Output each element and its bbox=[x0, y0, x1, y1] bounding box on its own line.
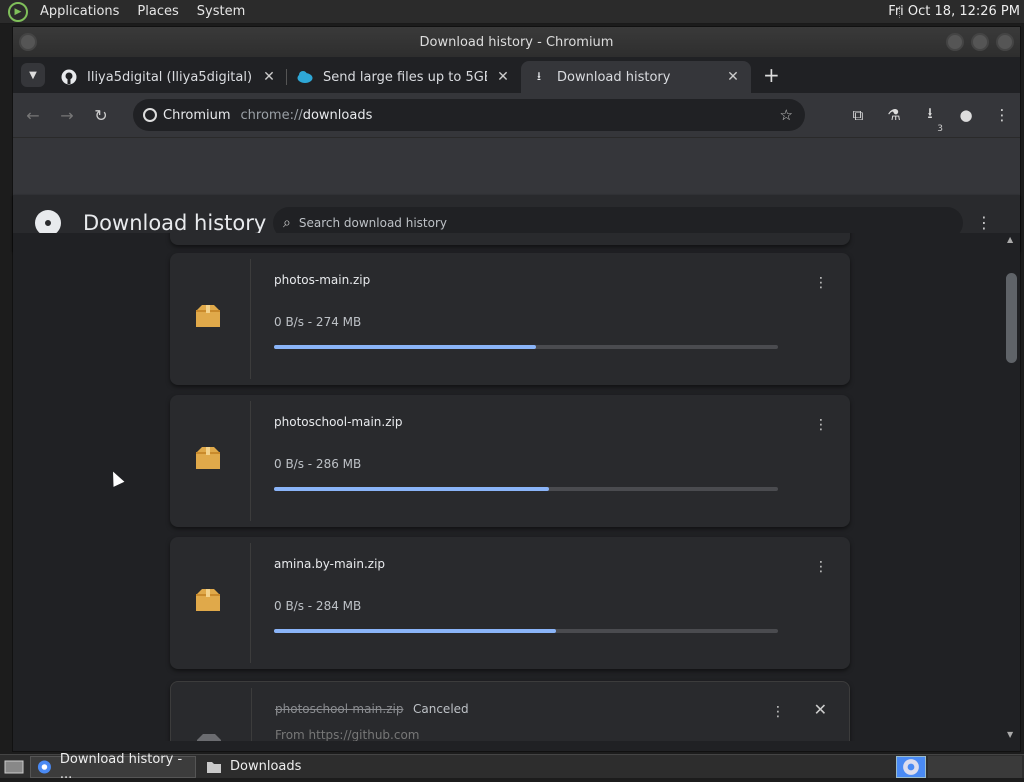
maximize-button[interactable] bbox=[971, 33, 989, 51]
chromium-icon bbox=[37, 759, 51, 774]
zip-folder-icon bbox=[196, 589, 220, 611]
file-status: 0 B/s - 286 MB bbox=[274, 457, 362, 471]
browser-toolbar: ← → ↻ Chromium chrome://downloads ☆ ⧉ ⚗ … bbox=[13, 93, 1020, 137]
file-name[interactable]: photoschool-main.zip bbox=[274, 415, 402, 429]
download-card: photoschool-main.zip 0 B/s - 286 MB ⋮ bbox=[170, 395, 850, 527]
desktop-top-panel: ▶ Applications Places System Fri Oct 18,… bbox=[0, 0, 1024, 24]
task-label: Download history - ... bbox=[59, 751, 183, 782]
profile-avatar-icon[interactable]: ● bbox=[948, 106, 984, 124]
tab-search-chevron-icon[interactable]: ▼ bbox=[21, 63, 45, 87]
file-status: 0 B/s - 274 MB bbox=[274, 315, 362, 329]
labs-flask-icon[interactable]: ⚗ bbox=[876, 106, 912, 124]
chromium-icon bbox=[903, 759, 919, 775]
close-tab-icon[interactable]: ✕ bbox=[495, 69, 511, 85]
progress-fill bbox=[274, 487, 549, 491]
search-icon: ⌕ bbox=[283, 215, 291, 231]
zip-folder-icon bbox=[196, 305, 220, 327]
tab-github[interactable]: Iliya5digital (Iliya5digital) / Re ✕ bbox=[51, 61, 287, 93]
page-title: Download history bbox=[83, 211, 267, 235]
clock[interactable]: Fri Oct 18, 12:26 PM bbox=[888, 4, 1020, 19]
download-card: photos-main.zip 0 B/s - 274 MB ⋮ bbox=[170, 253, 850, 385]
close-tab-icon[interactable]: ✕ bbox=[261, 69, 277, 85]
tab-label: Download history bbox=[557, 69, 671, 85]
canceled-status: Canceled bbox=[413, 702, 469, 716]
scrollbar[interactable]: ▲ ▼ bbox=[1003, 233, 1020, 741]
scroll-down-arrow-icon[interactable]: ▼ bbox=[1007, 730, 1013, 739]
file-name[interactable]: amina.by-main.zip bbox=[274, 557, 385, 571]
places-menu[interactable]: Places bbox=[131, 4, 184, 19]
new-tab-plus-icon[interactable]: + bbox=[763, 63, 780, 87]
tab-label: Send large files up to 5GB fo bbox=[323, 69, 487, 85]
file-name[interactable]: photos-main.zip bbox=[274, 273, 370, 287]
address-bar[interactable]: Chromium chrome://downloads ☆ bbox=[133, 99, 805, 131]
workspace-switcher-empty[interactable] bbox=[928, 756, 1022, 778]
extensions-puzzle-icon[interactable]: ⧉ bbox=[840, 106, 876, 124]
forward-arrow-icon[interactable]: → bbox=[53, 101, 81, 129]
distro-logo-icon[interactable]: ▶ bbox=[8, 1, 28, 22]
chip-label: Chromium bbox=[163, 107, 231, 123]
downloads-list[interactable]: photos-main.zip 0 B/s - 274 MB ⋮ photosc… bbox=[13, 233, 1003, 741]
taskbar-item-downloads[interactable]: Downloads bbox=[200, 756, 360, 778]
item-more-icon[interactable]: ⋮ bbox=[814, 275, 828, 291]
folder-icon bbox=[207, 761, 221, 773]
bookmark-star-icon[interactable]: ☆ bbox=[780, 106, 793, 124]
bottom-taskbar: Download history - ... Downloads bbox=[0, 752, 1024, 782]
tab-strip: ▼ Iliya5digital (Iliya5digital) / Re ✕ S… bbox=[13, 57, 1020, 93]
chromium-icon bbox=[143, 108, 157, 122]
back-arrow-icon[interactable]: ← bbox=[19, 101, 47, 129]
tab-send-files[interactable]: Send large files up to 5GB fo ✕ bbox=[287, 61, 521, 93]
workspace-switcher[interactable] bbox=[896, 756, 926, 778]
page-menu-icon[interactable]: ⋮ bbox=[976, 213, 992, 232]
remove-item-close-icon[interactable]: ✕ bbox=[814, 700, 827, 719]
url-text[interactable]: chrome://downloads bbox=[241, 108, 373, 123]
toolbar-spacer bbox=[13, 137, 1020, 195]
window-title: Download history - Chromium bbox=[419, 34, 614, 50]
site-info-chip[interactable]: Chromium bbox=[143, 108, 241, 123]
search-placeholder: Search download history bbox=[298, 216, 447, 230]
tab-label: Iliya5digital (Iliya5digital) / Re bbox=[87, 69, 253, 85]
downloads-toolbar-icon[interactable]: ⭳ 3 bbox=[912, 103, 948, 134]
download-card-partial bbox=[170, 233, 850, 245]
cloud-icon bbox=[297, 69, 313, 85]
progress-bar bbox=[274, 487, 778, 491]
item-more-icon[interactable]: ⋮ bbox=[771, 704, 785, 720]
taskbar-item-chromium[interactable]: Download history - ... bbox=[30, 752, 196, 782]
progress-bar bbox=[274, 345, 778, 349]
window-titlebar[interactable]: Download history - Chromium bbox=[13, 27, 1020, 57]
file-status: 0 B/s - 284 MB bbox=[274, 599, 362, 613]
scroll-thumb[interactable] bbox=[1006, 273, 1017, 363]
task-label: Downloads bbox=[230, 759, 302, 774]
download-card-canceled: photoschool-main.zip Canceled From https… bbox=[170, 681, 850, 741]
window-menu-button[interactable] bbox=[19, 33, 37, 51]
downloads-count-badge: 3 bbox=[937, 123, 943, 134]
zip-folder-icon bbox=[196, 447, 220, 469]
chromium-window: Download history - Chromium ▼ Iliya5digi… bbox=[12, 26, 1021, 752]
progress-fill bbox=[274, 629, 557, 633]
close-tab-icon[interactable]: ✕ bbox=[725, 69, 741, 85]
show-desktop-button[interactable] bbox=[2, 756, 26, 778]
file-name[interactable]: photoschool-main.zip bbox=[275, 702, 403, 716]
item-more-icon[interactable]: ⋮ bbox=[814, 417, 828, 433]
reload-icon[interactable]: ↻ bbox=[87, 101, 115, 129]
progress-fill bbox=[274, 345, 537, 349]
source-url[interactable]: From https://github.com bbox=[275, 728, 420, 741]
close-window-button[interactable] bbox=[996, 33, 1014, 51]
minimize-button[interactable] bbox=[946, 33, 964, 51]
browser-menu-icon[interactable]: ⋮ bbox=[984, 106, 1020, 124]
system-menu[interactable]: System bbox=[191, 4, 251, 19]
tab-download-history[interactable]: ⭳ Download history ✕ bbox=[521, 61, 751, 93]
scroll-up-arrow-icon[interactable]: ▲ bbox=[1007, 235, 1013, 244]
github-icon bbox=[61, 69, 77, 85]
item-more-icon[interactable]: ⋮ bbox=[814, 559, 828, 575]
download-icon: ⭳ bbox=[536, 68, 542, 83]
progress-bar bbox=[274, 629, 778, 633]
desktop-icon bbox=[4, 760, 24, 773]
zip-folder-gray-icon bbox=[197, 734, 221, 741]
applications-menu[interactable]: Applications bbox=[34, 4, 125, 19]
download-card: amina.by-main.zip 0 B/s - 284 MB ⋮ bbox=[170, 537, 850, 669]
toolbar-actions: ⧉ ⚗ ⭳ 3 ● ⋮ bbox=[840, 93, 1020, 137]
